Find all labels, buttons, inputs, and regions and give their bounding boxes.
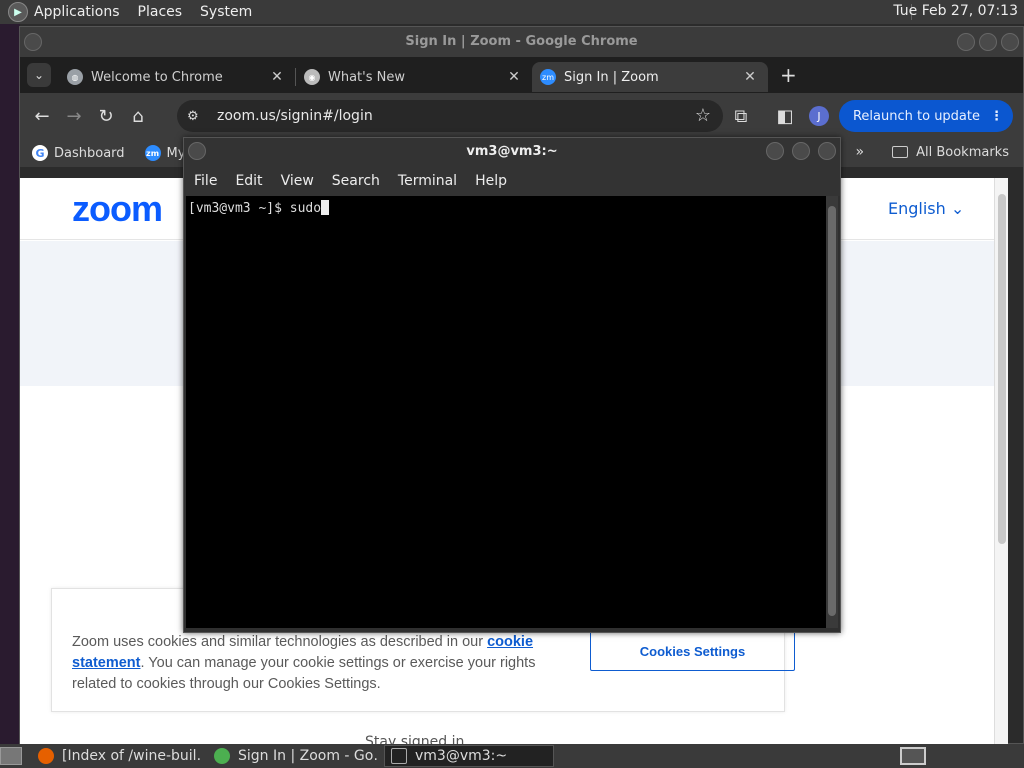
close-tab-icon[interactable]: ✕ bbox=[742, 69, 758, 85]
chrome-icon bbox=[214, 748, 230, 764]
zoom-icon: zm bbox=[144, 145, 161, 161]
cookie-text-1: Zoom uses cookies and similar technologi… bbox=[72, 634, 484, 650]
maximize-button[interactable] bbox=[979, 33, 997, 51]
tab-whats-new[interactable]: ◉ What's New ✕ bbox=[296, 62, 532, 92]
terminal-scrollbar[interactable] bbox=[826, 196, 838, 628]
shell-prompt: [vm3@vm3 ~]$ bbox=[188, 201, 290, 216]
globe-icon: ◍ bbox=[67, 69, 83, 85]
close-tab-icon[interactable]: ✕ bbox=[506, 69, 522, 85]
zoom-logo[interactable]: zoom bbox=[72, 188, 163, 230]
kebab-menu-icon[interactable]: ⋮ bbox=[990, 109, 1003, 124]
address-bar[interactable]: ⚙ zoom.us/signin#/login ☆ bbox=[177, 100, 723, 132]
task-label: Sign In | Zoom - Go… bbox=[238, 748, 378, 764]
new-tab-plus-icon[interactable]: + bbox=[780, 63, 797, 87]
terminal-title: vm3@vm3:~ bbox=[466, 144, 558, 159]
taskbar-item-chrome[interactable]: Sign In | Zoom - Go… bbox=[208, 745, 378, 767]
tab-welcome[interactable]: ◍ Welcome to Chrome ✕ bbox=[59, 62, 295, 92]
places-menu[interactable]: Places bbox=[138, 4, 183, 20]
stay-signed-in-label[interactable]: Stay signed in bbox=[365, 734, 464, 744]
google-icon: G bbox=[32, 145, 48, 161]
relaunch-label: Relaunch to update bbox=[852, 108, 980, 124]
all-bookmarks[interactable]: All Bookmarks bbox=[916, 145, 1009, 160]
page-scrollbar[interactable] bbox=[994, 178, 1008, 744]
desktop-background bbox=[0, 24, 20, 744]
chrome-toolbar: ← → ↻ ⌂ ⚙ zoom.us/signin#/login ☆ ⧉ ◧ J … bbox=[20, 93, 1023, 139]
close-tab-icon[interactable]: ✕ bbox=[269, 69, 285, 85]
page-scroll-thumb[interactable] bbox=[998, 194, 1006, 544]
tab-label: What's New bbox=[328, 69, 405, 85]
menu-view[interactable]: View bbox=[281, 173, 314, 189]
task-label: [Index of /wine-buil… bbox=[62, 748, 202, 764]
terminal-titlebar[interactable]: vm3@vm3:~ bbox=[184, 138, 840, 166]
menu-file[interactable]: File bbox=[194, 173, 217, 189]
home-icon[interactable]: ⌂ bbox=[122, 100, 154, 132]
cookies-settings-button[interactable]: Cookies Settings bbox=[590, 631, 795, 671]
chrome-icon: ◉ bbox=[304, 69, 320, 85]
url-text[interactable]: zoom.us/signin#/login bbox=[217, 108, 373, 124]
maximize-button[interactable] bbox=[792, 142, 810, 160]
chevron-down-icon: ⌄ bbox=[950, 199, 965, 218]
forward-arrow-icon[interactable]: → bbox=[58, 100, 90, 132]
folder-icon bbox=[892, 146, 909, 158]
side-panel-icon[interactable]: ◧ bbox=[769, 100, 801, 132]
bookmark-star-icon[interactable]: ☆ bbox=[695, 105, 711, 126]
window-menu-button[interactable] bbox=[24, 33, 42, 51]
close-window-button[interactable] bbox=[818, 142, 836, 160]
applications-menu[interactable]: Applications bbox=[34, 4, 120, 20]
terminal-screen[interactable]: [vm3@vm3 ~]$ sudo bbox=[186, 196, 827, 628]
tab-strip: ⌄ ◍ Welcome to Chrome ✕ ◉ What's New ✕ z… bbox=[20, 57, 1023, 93]
relaunch-button[interactable]: Relaunch to update ⋮ bbox=[838, 100, 1013, 132]
show-desktop-icon[interactable] bbox=[0, 747, 22, 765]
bookmarks-right: » All Bookmarks bbox=[856, 144, 1009, 160]
cookie-text: Zoom uses cookies and similar technologi… bbox=[72, 632, 542, 695]
terminal-scroll-thumb[interactable] bbox=[828, 206, 836, 616]
chrome-titlebar[interactable]: Sign In | Zoom - Google Chrome bbox=[20, 27, 1023, 57]
menu-help[interactable]: Help bbox=[475, 173, 507, 189]
workspace-switcher[interactable] bbox=[900, 747, 926, 765]
bookmark-dashboard[interactable]: G Dashboard bbox=[32, 145, 125, 161]
terminal-menubar: File Edit View Search Terminal Help bbox=[184, 166, 840, 196]
profile-avatar[interactable]: J bbox=[808, 106, 829, 126]
system-menu[interactable]: System bbox=[200, 4, 252, 20]
reload-icon[interactable]: ↻ bbox=[90, 100, 122, 132]
bottom-taskbar: [Index of /wine-buil… Sign In | Zoom - G… bbox=[0, 744, 1024, 768]
taskbar-item-terminal[interactable]: vm3@vm3:~ bbox=[384, 745, 554, 767]
text-cursor bbox=[321, 200, 330, 215]
menu-terminal[interactable]: Terminal bbox=[398, 173, 457, 189]
language-selector[interactable]: English ⌄ bbox=[888, 199, 964, 218]
cookie-text-2: . You can manage your cookie settings or… bbox=[72, 655, 536, 692]
task-label: vm3@vm3:~ bbox=[415, 748, 508, 764]
toolbar-right: ⧉ ◧ J Relaunch to update ⋮ bbox=[725, 100, 1013, 132]
zoom-icon: zm bbox=[540, 69, 556, 85]
back-arrow-icon[interactable]: ← bbox=[26, 100, 58, 132]
tab-zoom-signin[interactable]: zm Sign In | Zoom ✕ bbox=[532, 62, 768, 92]
menu-edit[interactable]: Edit bbox=[235, 173, 262, 189]
minimize-button[interactable] bbox=[766, 142, 784, 160]
chrome-window-title: Sign In | Zoom - Google Chrome bbox=[405, 34, 638, 49]
top-panel: ▶ Applications Places System Tue Feb 27,… bbox=[0, 0, 1024, 24]
site-info-icon[interactable]: ⚙ bbox=[187, 109, 209, 124]
menu-search[interactable]: Search bbox=[332, 173, 380, 189]
terminal-icon bbox=[391, 748, 407, 764]
tab-label: Welcome to Chrome bbox=[91, 69, 223, 85]
firefox-icon bbox=[38, 748, 54, 764]
taskbar-item-firefox[interactable]: [Index of /wine-buil… bbox=[32, 745, 202, 767]
language-label: English bbox=[888, 199, 946, 218]
minimize-button[interactable] bbox=[957, 33, 975, 51]
terminal-window: vm3@vm3:~ File Edit View Search Terminal… bbox=[183, 137, 841, 633]
window-menu-button[interactable] bbox=[188, 142, 206, 160]
distro-logo-icon[interactable]: ▶ bbox=[8, 2, 28, 22]
bookmark-label: Dashboard bbox=[54, 145, 125, 161]
tab-search-chevron-icon[interactable]: ⌄ bbox=[27, 63, 51, 87]
extensions-puzzle-icon[interactable]: ⧉ bbox=[725, 100, 757, 132]
close-window-button[interactable] bbox=[1001, 33, 1019, 51]
more-bookmarks-chevron-icon[interactable]: » bbox=[856, 144, 865, 160]
typed-command: sudo bbox=[289, 201, 322, 216]
clock[interactable]: Tue Feb 27, 07:13 bbox=[893, 3, 1018, 19]
tab-label: Sign In | Zoom bbox=[564, 69, 659, 85]
